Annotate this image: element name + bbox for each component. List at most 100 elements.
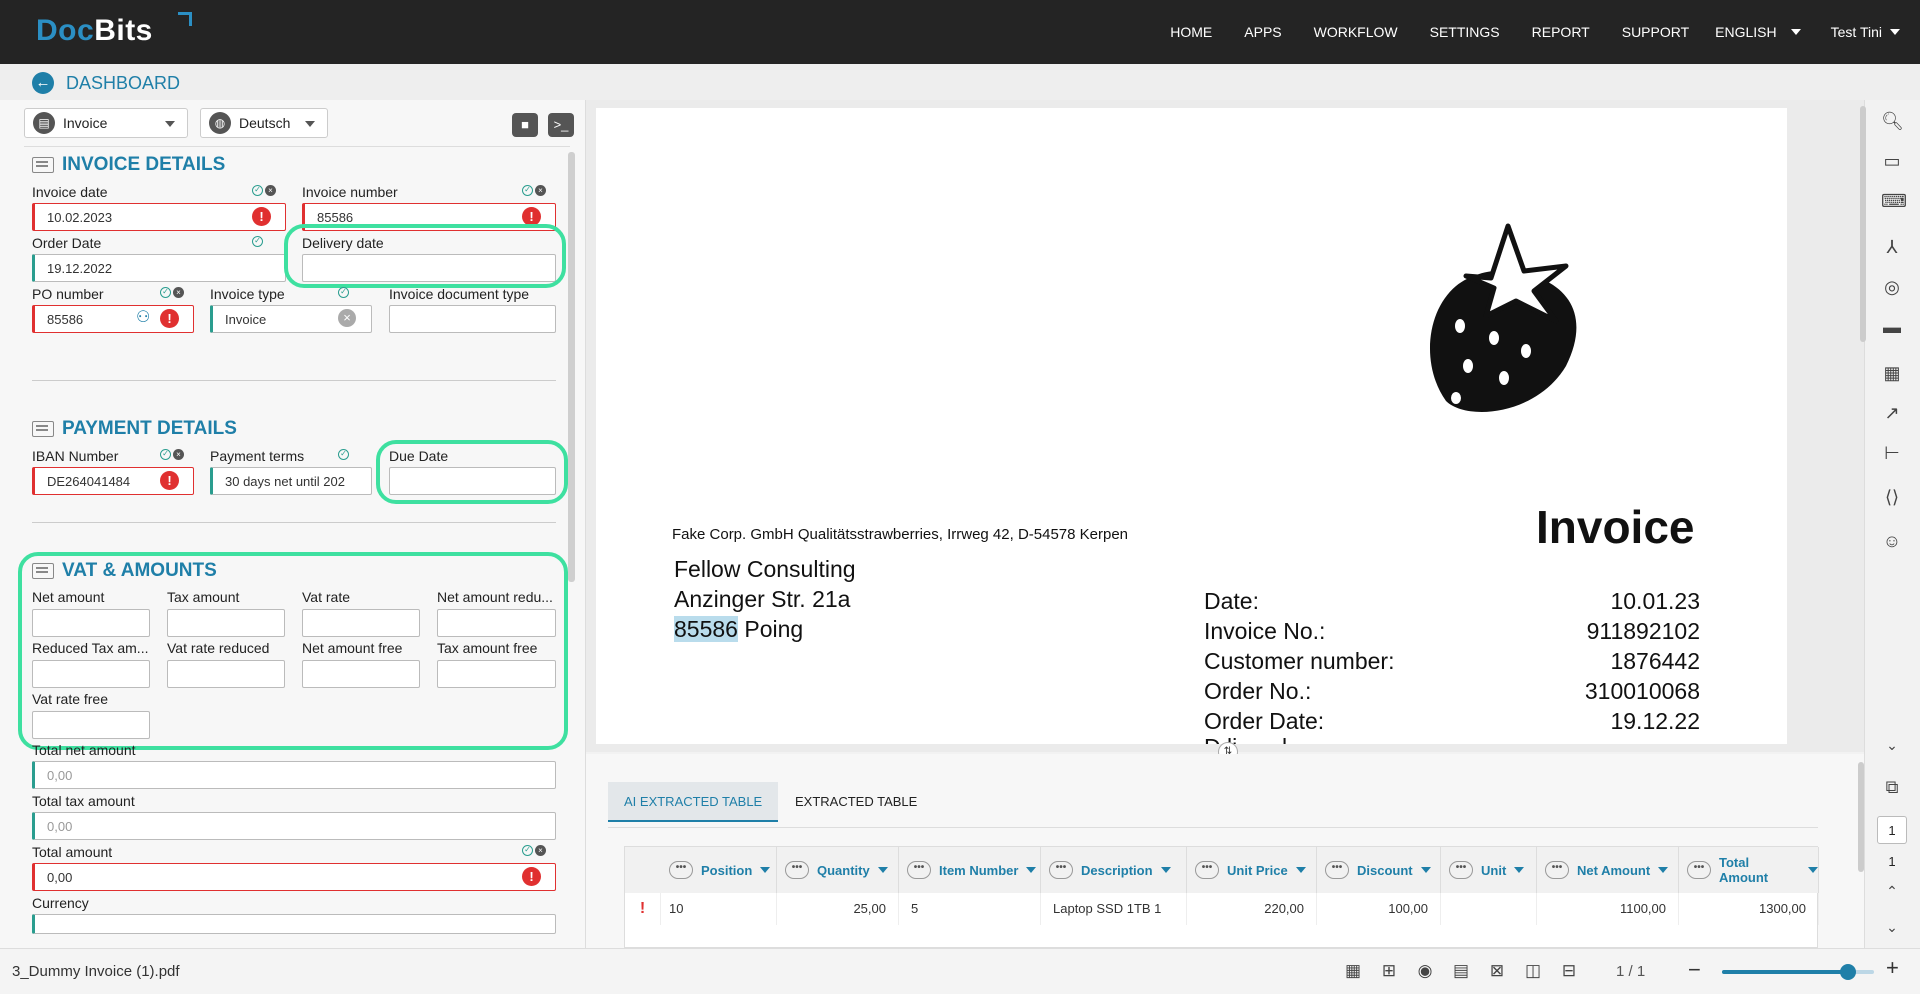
column-header[interactable]: ••• Total Amount — [1679, 847, 1819, 893]
column-header[interactable]: ••• Discount — [1317, 847, 1441, 893]
chart-icon[interactable]: ↗ — [1881, 402, 1903, 424]
column-menu-icon[interactable]: ••• — [1545, 861, 1569, 879]
currency-field[interactable] — [32, 914, 556, 934]
sort-dropdown-icon[interactable] — [1295, 867, 1306, 873]
merge-icon[interactable]: ⅄ — [1881, 236, 1903, 258]
table-delete-icon[interactable]: ⊠ — [1485, 961, 1509, 981]
column-header[interactable]: ••• Unit Price — [1187, 847, 1317, 893]
dashboard-link[interactable]: DASHBOARD — [66, 73, 180, 94]
cell-net-amount[interactable]: 1100,00 — [1537, 893, 1679, 925]
hierarchy-icon[interactable]: ⊢ — [1881, 442, 1903, 464]
sort-dropdown-icon[interactable] — [1658, 867, 1669, 873]
nav-support[interactable]: SUPPORT — [1622, 24, 1689, 40]
column-header[interactable]: ••• Unit — [1441, 847, 1537, 893]
sort-dropdown-icon[interactable] — [760, 867, 771, 873]
total-amount-field[interactable]: 0,00 — [32, 863, 556, 891]
sort-dropdown-icon[interactable] — [1160, 867, 1171, 873]
code-file-icon[interactable]: ⟨⟩ — [1881, 486, 1903, 508]
payment-terms-field[interactable]: 30 days net until 202 — [210, 467, 372, 495]
column-header[interactable]: ••• Item Number — [899, 847, 1041, 893]
validation-icons[interactable]: ✓ — [338, 287, 349, 298]
validation-icons[interactable]: ✓ × — [522, 845, 546, 856]
chevron-up-icon[interactable]: ⌃ — [1881, 880, 1903, 902]
page-number-input[interactable]: 1 — [1877, 816, 1907, 844]
panel-scrollbar[interactable] — [568, 152, 575, 582]
folder-icon[interactable]: ▬ — [1881, 316, 1903, 338]
table-settings-icon[interactable]: ⊟ — [1557, 961, 1581, 981]
monitor-icon[interactable]: ▭ — [1881, 150, 1903, 172]
sort-dropdown-icon[interactable] — [877, 867, 888, 873]
table-icon[interactable]: ▦ — [1341, 961, 1365, 981]
column-header[interactable]: ••• Position — [625, 847, 777, 893]
language-dropdown[interactable]: ENGLISH — [1715, 24, 1801, 40]
validation-icons[interactable]: ✓ — [252, 236, 263, 247]
zoom-in-icon[interactable]: + — [1886, 955, 1899, 981]
user-menu[interactable]: Test Tini — [1831, 24, 1900, 40]
column-menu-icon[interactable]: ••• — [669, 861, 693, 879]
docbits-logo[interactable]: DocBits — [36, 12, 192, 48]
keyboard-icon[interactable]: ⌨ — [1881, 190, 1907, 212]
cell-unit-price[interactable]: 220,00 — [1187, 893, 1317, 925]
nav-settings[interactable]: SETTINGS — [1430, 24, 1500, 40]
sort-dropdown-icon[interactable] — [1808, 867, 1818, 873]
document-type-select[interactable]: ▤ Invoice — [24, 108, 188, 138]
column-menu-icon[interactable]: ••• — [1325, 861, 1349, 879]
back-arrow-icon[interactable]: ← — [32, 72, 54, 94]
tab-extracted-table[interactable]: EXTRACTED TABLE — [779, 782, 933, 822]
cell-quantity[interactable]: 25,00 — [777, 893, 899, 925]
column-menu-icon[interactable]: ••• — [1449, 861, 1473, 879]
column-header[interactable]: ••• Net Amount — [1537, 847, 1679, 893]
recipient-zip-highlight[interactable]: 85586 — [674, 616, 738, 642]
terminal-icon[interactable]: >_ — [548, 113, 574, 137]
cell-description[interactable]: Laptop SSD 1TB 1 — [1041, 893, 1187, 925]
nav-home[interactable]: HOME — [1170, 24, 1212, 40]
column-header[interactable]: ••• Quantity — [777, 847, 899, 893]
document-page[interactable]: Fake Corp. GmbH Qualitätsstrawberries, I… — [596, 108, 1787, 744]
sort-dropdown-icon[interactable] — [1514, 867, 1525, 873]
column-menu-icon[interactable]: ••• — [907, 861, 931, 879]
cell-position[interactable]: 10 — [625, 893, 777, 925]
total-net-amount-field[interactable]: 0,00 — [32, 761, 556, 789]
validation-icons[interactable]: ✓ — [338, 449, 349, 460]
cell-discount[interactable]: 100,00 — [1317, 893, 1441, 925]
validation-icons[interactable]: ✓ × — [160, 287, 184, 298]
chevron-down-icon[interactable]: ⌄ — [1881, 734, 1903, 756]
cell-item-number[interactable]: 5 — [899, 893, 1041, 925]
cell-unit[interactable] — [1441, 893, 1537, 925]
plug-icon[interactable]: ⚇ — [136, 309, 154, 327]
nav-workflow[interactable]: WORKFLOW — [1314, 24, 1398, 40]
document-search-icon[interactable]: 🔍︎ — [1881, 110, 1904, 132]
user-hand-icon[interactable]: ☺ — [1881, 530, 1903, 552]
cell-total-amount[interactable]: 1300,00 — [1679, 893, 1819, 925]
invoice-date-field[interactable]: 10.02.2023 — [32, 203, 286, 231]
save-icon[interactable]: ■ — [512, 113, 538, 137]
validation-icons[interactable]: ✓ × — [252, 185, 276, 196]
column-menu-icon[interactable]: ••• — [1195, 861, 1219, 879]
column-menu-icon[interactable]: ••• — [785, 861, 809, 879]
add-table-icon[interactable]: ⊞ — [1377, 961, 1401, 981]
zoom-slider[interactable] — [1722, 964, 1874, 980]
split-column-icon[interactable]: ◫ — [1521, 961, 1545, 981]
sort-dropdown-icon[interactable] — [1420, 867, 1431, 873]
validation-icons[interactable]: ✓ × — [160, 449, 184, 460]
nav-report[interactable]: REPORT — [1532, 24, 1590, 40]
order-date-field[interactable]: 19.12.2022 — [32, 254, 286, 282]
validation-icons[interactable]: ✓ × — [522, 185, 546, 196]
zoom-out-icon[interactable]: − — [1688, 957, 1701, 983]
nav-apps[interactable]: APPS — [1244, 24, 1281, 40]
column-menu-icon[interactable]: ••• — [1049, 861, 1073, 879]
column-header[interactable]: ••• Description — [1041, 847, 1187, 893]
tab-ai-extracted-table[interactable]: AI EXTRACTED TABLE — [608, 782, 779, 822]
table-edit-icon[interactable]: ▤ — [1449, 961, 1473, 981]
dashboard-icon[interactable]: ▦ — [1881, 362, 1903, 384]
column-menu-icon[interactable]: ••• — [1687, 861, 1711, 879]
language-select[interactable]: ◍ Deutsch — [200, 108, 328, 138]
total-tax-amount-field[interactable]: 0,00 — [32, 812, 556, 840]
clear-icon[interactable]: × — [338, 309, 356, 327]
sort-dropdown-icon[interactable] — [1026, 867, 1037, 873]
invoice-doc-type-field[interactable] — [389, 305, 556, 333]
ocr-icon[interactable]: ◎ — [1881, 276, 1903, 298]
table-view-icon[interactable]: ◉ — [1413, 961, 1437, 981]
viewer-scrollbar[interactable] — [1860, 106, 1866, 342]
zoom-slider-thumb[interactable] — [1840, 964, 1857, 980]
